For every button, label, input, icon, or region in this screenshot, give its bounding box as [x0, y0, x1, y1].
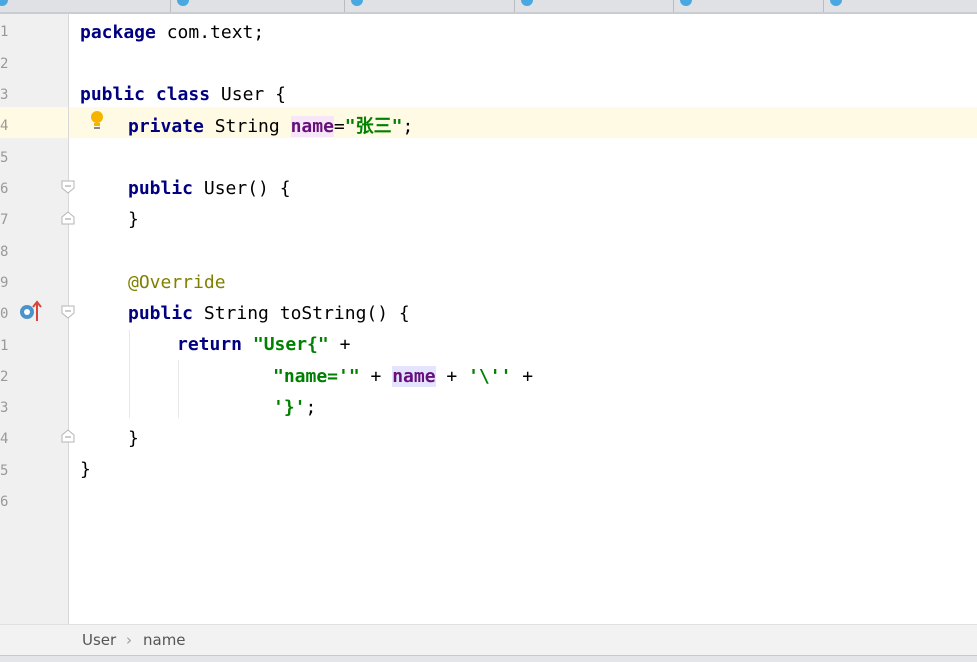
code-text: =	[333, 116, 345, 137]
code-line-4: private String name="张三";	[128, 116, 413, 138]
string-literal: "User{"	[252, 334, 329, 355]
breadcrumb-separator: ›	[126, 631, 132, 649]
line-number: 5	[0, 463, 9, 479]
keyword: public	[128, 303, 194, 324]
line-number: 6	[0, 181, 9, 197]
keyword: private	[128, 116, 204, 137]
code-line-11: return "User{" +	[177, 334, 350, 356]
code-text: }	[80, 459, 91, 480]
line-number: 5	[0, 150, 9, 166]
keyword: public	[128, 178, 194, 199]
code-text: +	[328, 334, 351, 355]
code-line-6: public User() {	[128, 178, 291, 200]
editor-tab[interactable]	[171, 0, 345, 12]
class-icon	[680, 0, 692, 6]
code-line-10: public String toString() {	[128, 303, 410, 325]
code-text: String	[203, 116, 291, 137]
code-text: +	[511, 366, 534, 387]
code-line-14: }	[128, 428, 139, 450]
fold-collapse-icon[interactable]	[61, 305, 75, 319]
lightbulb-icon[interactable]	[88, 110, 106, 132]
code-line-15: }	[80, 459, 91, 481]
field-name: name	[392, 366, 436, 387]
code-text: com.text;	[155, 22, 265, 43]
class-icon	[351, 0, 363, 6]
editor-tab[interactable]	[515, 0, 674, 12]
fold-collapse-icon[interactable]	[61, 180, 75, 194]
line-number: 1	[0, 338, 9, 354]
keyword: return	[177, 334, 243, 355]
code-text: ;	[402, 116, 414, 137]
code-line-13: '}';	[273, 397, 316, 419]
string-literal: '}'	[273, 397, 306, 418]
string-literal: "name='"	[273, 366, 360, 387]
code-text: }	[128, 428, 139, 449]
override-method-icon[interactable]	[18, 299, 44, 323]
line-number: 9	[0, 275, 9, 291]
annotation: @Override	[128, 272, 226, 293]
line-number: 1	[0, 24, 9, 40]
editor-tab[interactable]	[674, 0, 824, 12]
class-icon	[0, 0, 8, 6]
code-line-12: "name='" + name + '\'' +	[273, 366, 533, 388]
code-text: ;	[305, 397, 317, 418]
code-text: User {	[210, 84, 286, 105]
editor-tab[interactable]	[0, 0, 171, 12]
class-icon	[521, 0, 533, 6]
editor-tab[interactable]	[824, 0, 977, 12]
line-number: 6	[0, 494, 9, 510]
line-number: 4	[0, 118, 9, 134]
code-text: +	[435, 366, 469, 387]
keyword: class	[155, 84, 211, 105]
line-number: 8	[0, 244, 9, 260]
keyword: package	[80, 22, 156, 43]
class-icon	[177, 0, 189, 6]
line-number: 2	[0, 56, 9, 72]
class-icon	[830, 0, 842, 6]
editor-tab[interactable]	[345, 0, 515, 12]
editor-tab-bar	[0, 0, 977, 14]
string-literal: "张三"	[344, 116, 403, 137]
line-number: 7	[0, 212, 9, 228]
code-line-1: package com.text;	[80, 22, 264, 44]
breadcrumb: User › name	[0, 624, 977, 656]
code-text: String toString() {	[193, 303, 410, 324]
code-text: }	[128, 209, 139, 230]
line-number: 0	[0, 306, 9, 322]
field-name: name	[290, 116, 334, 137]
line-number: 3	[0, 400, 9, 416]
line-number: 2	[0, 369, 9, 385]
indent-guide	[129, 330, 130, 418]
code-line-3: public class User {	[80, 84, 286, 106]
keyword: public	[80, 84, 146, 105]
code-line-7: }	[128, 209, 139, 231]
code-text: +	[359, 366, 393, 387]
code-text: User() {	[193, 178, 291, 199]
code-line-9: @Override	[128, 272, 226, 294]
string-literal: '\''	[468, 366, 512, 387]
breadcrumb-member[interactable]: name	[143, 631, 186, 649]
indent-guide	[178, 360, 179, 418]
line-number: 4	[0, 431, 9, 447]
line-number: 3	[0, 87, 9, 103]
breadcrumb-class[interactable]: User	[82, 631, 116, 649]
fold-end-icon[interactable]	[61, 211, 75, 225]
fold-end-icon[interactable]	[61, 429, 75, 443]
